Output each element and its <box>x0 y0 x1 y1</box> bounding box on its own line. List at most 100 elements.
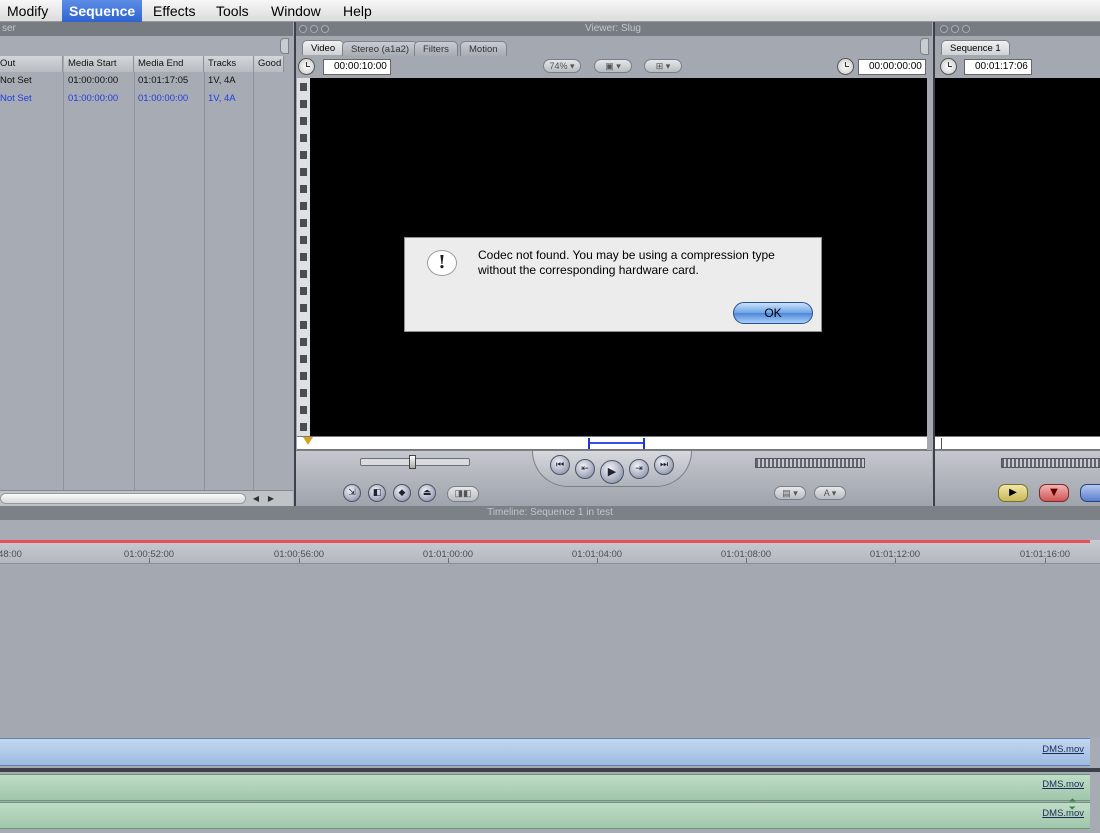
film-perforation <box>300 202 307 210</box>
tab-video[interactable]: Video <box>302 40 345 55</box>
close-icon[interactable] <box>940 25 948 33</box>
audio-track-clip[interactable]: DMS.mov <box>0 774 1100 801</box>
scrollbar-thumb[interactable] <box>0 493 246 504</box>
film-perforation <box>300 253 307 261</box>
recent-clips-popup[interactable]: ▤ ▾ <box>774 486 806 500</box>
scroll-left-arrow-icon[interactable]: ◀ <box>249 492 263 505</box>
col-header-out[interactable]: Out <box>0 56 63 72</box>
zoom-value: 74% <box>549 61 568 71</box>
current-timecode-clock-icon <box>837 58 854 75</box>
ok-button[interactable]: OK <box>733 302 813 324</box>
col-header-media-end[interactable]: Media End <box>134 56 204 72</box>
canvas-scrubber[interactable] <box>935 436 1100 450</box>
ruler-tick <box>149 558 150 563</box>
cell-out: Not Set <box>0 75 32 86</box>
tab-filters[interactable]: Filters <box>414 41 458 56</box>
menu-window[interactable]: Window <box>264 0 328 22</box>
minimize-icon[interactable] <box>951 25 959 33</box>
tab-sequence[interactable]: Sequence 1 <box>941 40 1010 55</box>
menu-effects[interactable]: Effects <box>146 0 203 22</box>
caution-icon: ! <box>427 250 457 276</box>
menu-modify[interactable]: Modify <box>0 0 55 22</box>
col-header-good[interactable]: Good <box>254 56 284 72</box>
close-icon[interactable] <box>299 25 307 33</box>
audio-clip-name: DMS.mov <box>1042 779 1084 790</box>
canvas-transport: ▶ ▼ <box>935 450 1100 506</box>
jog-wheel[interactable] <box>755 458 865 468</box>
out-point-marker[interactable] <box>643 438 645 449</box>
horizontal-scrollbar[interactable]: ◀ ▶ <box>0 490 293 506</box>
film-perforation <box>300 185 307 193</box>
mark-in-icon[interactable]: ◧ <box>368 484 386 502</box>
duration-timecode-field[interactable]: 00:00:10:00 <box>323 59 391 75</box>
view-options-popup[interactable]: ▣ ▾ <box>594 59 632 73</box>
zoom-popup[interactable]: 74% ▾ <box>543 59 581 73</box>
insert-edit-icon[interactable]: ▶ <box>998 484 1028 502</box>
zoom-icon[interactable] <box>321 25 329 33</box>
video-track-clip[interactable]: DMS.mov <box>0 738 1100 766</box>
canvas-jog-wheel[interactable] <box>1001 458 1100 468</box>
col-header-tracks[interactable]: Tracks <box>204 56 254 72</box>
cell-media-end: 01:01:17:05 <box>138 75 189 86</box>
add-marker-icon[interactable]: ◆ <box>393 484 411 502</box>
replace-edit-icon[interactable] <box>1080 484 1100 502</box>
time-ruler[interactable]: 48:00 01:00:52:00 01:00:56:00 01:01:00:0… <box>0 540 1100 564</box>
menu-sequence[interactable]: Sequence <box>62 0 143 22</box>
menu-help[interactable]: Help <box>336 0 379 22</box>
canvas-clock-icon <box>940 58 957 75</box>
play-icon[interactable]: ▶ <box>600 460 624 484</box>
viewer-left-border <box>294 22 296 506</box>
playhead-icon[interactable] <box>303 437 313 445</box>
cell-media-start: 01:00:00:00 <box>68 75 119 86</box>
mark-clip-icon[interactable]: ⏏ <box>418 484 436 502</box>
menu-tools[interactable]: Tools <box>209 0 256 22</box>
timeline-title: Timeline: Sequence 1 in test <box>0 506 1100 520</box>
minimize-icon[interactable] <box>310 25 318 33</box>
tab-scroll-handle[interactable] <box>280 38 289 54</box>
current-timecode-field[interactable]: 00:00:00:00 <box>858 59 926 75</box>
alert-message: Codec not found. You may be using a comp… <box>478 248 775 277</box>
tab-motion[interactable]: Motion <box>460 41 507 56</box>
canvas-timecode-field[interactable]: 00:01:17:06 <box>964 59 1032 75</box>
shuttle-thumb[interactable] <box>409 455 416 469</box>
canvas-window: Sequence 1 00:01:17:06 ▶ ▼ <box>933 22 1100 506</box>
film-perforation <box>300 236 307 244</box>
track-end <box>1090 774 1100 829</box>
tab-scroll-handle[interactable] <box>920 38 929 55</box>
col-header-media-start[interactable]: Media Start <box>64 56 134 72</box>
shuttle-slider[interactable] <box>360 455 470 469</box>
film-perforation <box>300 372 307 380</box>
scroll-right-arrow-icon[interactable]: ▶ <box>264 492 278 505</box>
ruler-tick <box>746 558 747 563</box>
audio-track-clip[interactable]: ⏶ ⏷ DMS.mov <box>0 797 1100 829</box>
film-perforation <box>300 406 307 414</box>
film-strip-edge <box>297 78 310 436</box>
overlay-popup[interactable]: ⊞ ▾ <box>644 59 682 73</box>
render-status-bar <box>0 540 1090 543</box>
match-frame-icon[interactable]: ⇲ <box>343 484 361 502</box>
overwrite-edit-icon[interactable]: ▼ <box>1039 484 1069 502</box>
timeline-tab-area <box>0 520 1100 540</box>
cell-media-end: 01:00:00:00 <box>138 93 189 104</box>
play-around-current-icon[interactable]: ⇥ <box>629 459 649 479</box>
go-to-next-edit-icon[interactable]: ⏭ <box>654 455 674 475</box>
video-clip-name: DMS.mov <box>1042 744 1084 755</box>
scrubber-bar[interactable] <box>297 436 927 450</box>
canvas-playhead[interactable] <box>941 438 942 449</box>
cell-out: Not Set <box>0 93 32 104</box>
codec-alert-dialog: ! Codec not found. You may be using a co… <box>404 237 822 332</box>
film-perforation <box>300 83 307 91</box>
video-audio-divider[interactable] <box>0 768 1100 772</box>
tab-stereo[interactable]: Stereo (a1a2) <box>342 41 419 56</box>
zoom-icon[interactable] <box>962 25 970 33</box>
canvas-display <box>935 78 1100 436</box>
film-perforation <box>300 287 307 295</box>
cell-tracks: 1V, 4A <box>208 93 236 104</box>
in-out-range <box>590 442 643 444</box>
go-to-previous-edit-icon[interactable]: ⏮ <box>550 455 570 475</box>
mark-in-out-icon[interactable]: ◨◧ <box>447 486 479 502</box>
generator-popup[interactable]: A ▾ <box>814 486 846 500</box>
film-perforation <box>300 219 307 227</box>
film-perforation <box>300 355 307 363</box>
play-in-to-out-icon[interactable]: ⇤ <box>575 459 595 479</box>
